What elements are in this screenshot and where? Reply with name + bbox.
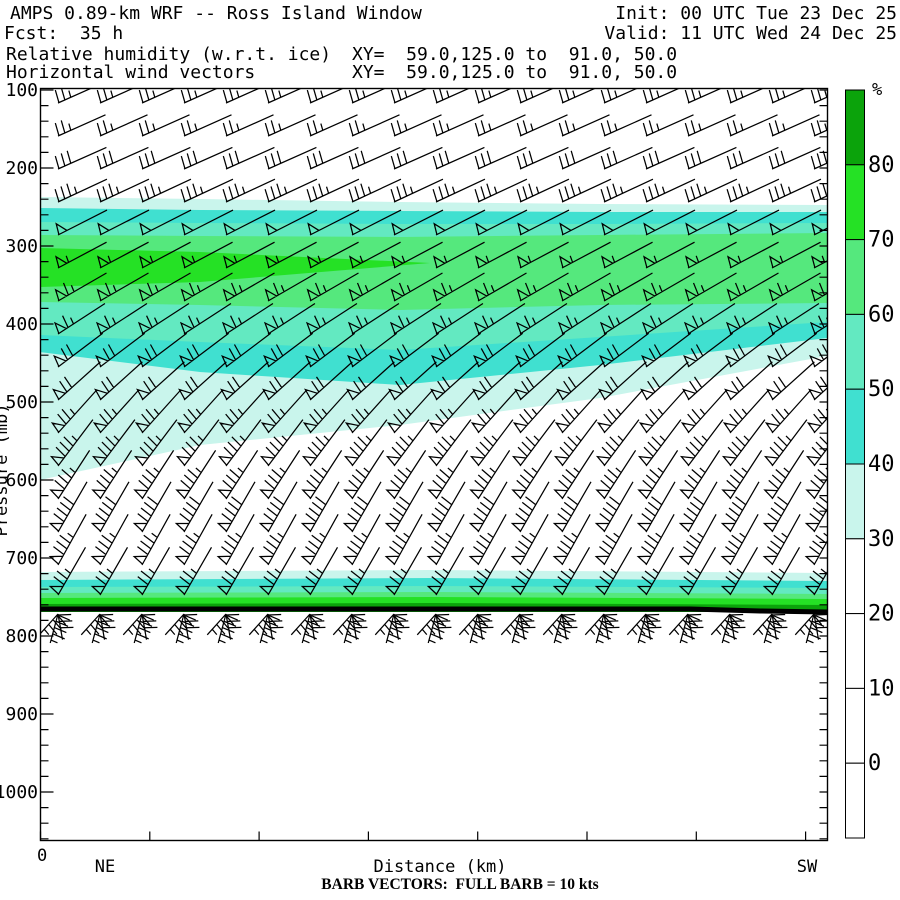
colorbar-tick-label: 40 xyxy=(868,452,895,477)
wind-barb-row-3 xyxy=(54,146,828,170)
cross-section-plot: 1002003004005006007008009001000807060504… xyxy=(0,80,895,842)
amps-cross-section-page: AMPS 0.89-km WRF -- Ross Island Window I… xyxy=(0,0,900,900)
wind-barb-row-13 xyxy=(49,450,828,500)
y-tick-label: 400 xyxy=(5,314,38,335)
wind-barb-surface-cluster xyxy=(40,613,828,644)
colorbar-segment xyxy=(845,388,865,465)
colorbar-tick-label: 10 xyxy=(868,676,895,701)
colorbar-tick-label: 30 xyxy=(868,527,895,552)
wind-barb-row-4 xyxy=(54,178,828,203)
colorbar-tick-label: 70 xyxy=(868,228,895,253)
barb-legend-note: BARB VECTORS: FULL BARB = 10 kts xyxy=(321,876,599,893)
x-axis-right-orientation: SW xyxy=(796,857,818,877)
x-axis-title: Distance (km) xyxy=(373,857,507,877)
y-tick-label: 300 xyxy=(5,236,38,257)
wind-barb-row-1 xyxy=(54,88,828,104)
colorbar-segment xyxy=(845,463,865,540)
colorbar-segment xyxy=(845,687,865,764)
wind-barb-row-15 xyxy=(48,513,828,566)
colorbar-tick-label: 20 xyxy=(868,602,895,627)
colorbar-segment xyxy=(845,89,865,166)
colorbar-tick-label: 0 xyxy=(868,751,881,776)
colorbar-tick-label: 80 xyxy=(868,153,895,178)
y-tick-label: 1000 xyxy=(0,782,38,803)
x-axis-left-orientation: NE xyxy=(94,857,116,877)
y-tick-label: 200 xyxy=(5,158,38,179)
y-tick-label: 900 xyxy=(5,704,38,725)
y-tick-label: 800 xyxy=(5,626,38,647)
y-tick-label: 100 xyxy=(5,80,38,101)
colorbar-segment xyxy=(845,538,865,615)
colorbar-segment xyxy=(845,239,865,315)
colorbar-segment xyxy=(845,313,865,390)
wind-barb-row-14 xyxy=(48,481,828,533)
colorbar xyxy=(845,89,865,839)
colorbar-tick-label: 60 xyxy=(868,302,895,327)
colorbar-segment xyxy=(845,613,865,689)
y-tick-label: 700 xyxy=(5,548,38,569)
x-tick-label-0: 0 xyxy=(37,846,48,866)
colorbar-segment xyxy=(845,762,865,839)
wind-barb-row-2 xyxy=(54,114,828,137)
colorbar-segment xyxy=(845,164,865,241)
colorbar-unit-label: % xyxy=(872,80,883,100)
colorbar-tick-label: 50 xyxy=(868,377,895,402)
y-axis-title: Pressure (mb) xyxy=(0,403,12,537)
